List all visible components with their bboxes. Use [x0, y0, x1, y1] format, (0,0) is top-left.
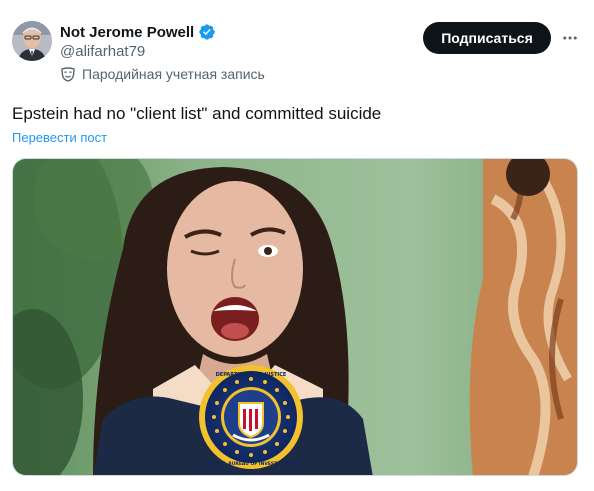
avatar-photo: [12, 21, 52, 61]
more-options-button[interactable]: [558, 26, 582, 50]
seal-top-text: DEPARTMENT OF JUSTICE: [216, 372, 287, 378]
parody-label-row: Пародийная учетная запись: [60, 66, 265, 82]
author-name-row: Not Jerome Powell: [60, 23, 216, 41]
tweet-text: Epstein had no "client list" and committ…: [12, 104, 382, 123]
author-display-name[interactable]: Not Jerome Powell: [60, 24, 194, 41]
verified-badge-icon[interactable]: [198, 23, 216, 41]
seal-bottom-text: FEDERAL BUREAU OF INVESTIGATION: [204, 461, 298, 467]
author-handle[interactable]: @alifarhat79: [60, 43, 145, 60]
theater-mask-icon: [61, 67, 75, 82]
translate-post-link[interactable]: Перевести пост: [12, 130, 107, 145]
avatar[interactable]: [12, 21, 52, 61]
more-horizontal-icon: [563, 36, 577, 40]
meme-image: DEPARTMENT OF JUSTICE FEDERAL BUREAU OF …: [13, 159, 577, 475]
fbi-seal-icon: DEPARTMENT OF JUSTICE FEDERAL BUREAU OF …: [199, 365, 303, 469]
subscribe-button[interactable]: Подписаться: [423, 22, 551, 54]
tweet-media[interactable]: DEPARTMENT OF JUSTICE FEDERAL BUREAU OF …: [12, 158, 578, 476]
parody-account-label: Пародийная учетная запись: [82, 66, 265, 82]
